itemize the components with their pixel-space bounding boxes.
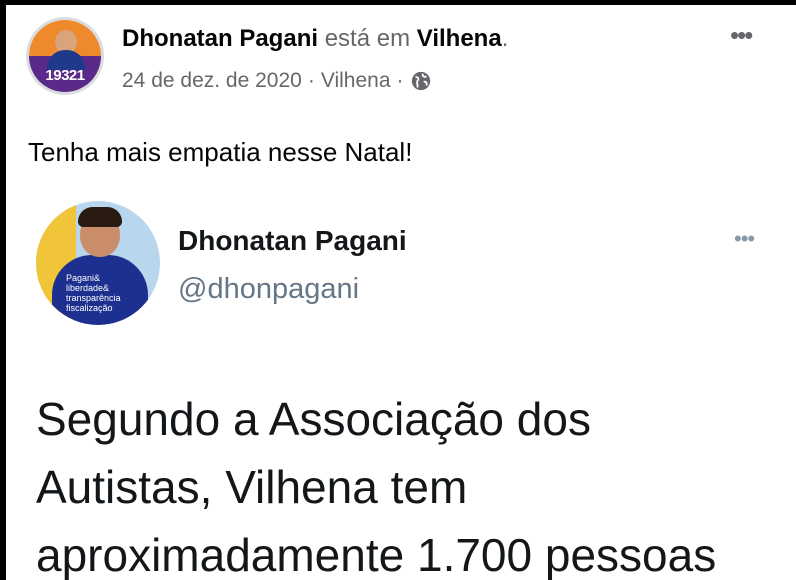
meta-separator: · [396, 69, 404, 92]
tweet-author-name[interactable]: Dhonatan Pagani [178, 225, 407, 257]
place-link[interactable]: Vilhena [417, 25, 502, 52]
header-period: . [501, 25, 509, 52]
avatar-shirt-text: Pagani& liberdade& transparência fiscali… [66, 273, 121, 313]
tweet-body: Segundo a Associação dos Autistas, Vilhe… [36, 385, 796, 580]
globe-icon [411, 71, 430, 91]
tweet-handle[interactable]: @dhonpagani [178, 273, 359, 306]
post-header: Dhonatan Pagani está em Vilhena. [122, 25, 508, 53]
avatar-number: 19321 [45, 67, 85, 84]
tweet-line: Segundo a Associação dos [36, 393, 591, 445]
author-name[interactable]: Dhonatan Pagani [122, 25, 318, 52]
author-avatar[interactable]: 19321 [26, 17, 104, 95]
facebook-post-card: 19321 Dhonatan Pagani está em Vilhena. 2… [6, 5, 796, 580]
more-options-icon[interactable]: ••• [730, 22, 753, 48]
post-location[interactable]: Vilhena [321, 69, 391, 93]
tweet-avatar[interactable]: Pagani& liberdade& transparência fiscali… [36, 201, 160, 325]
meta-separator: · [307, 69, 315, 92]
tweet-line: Autistas, Vilhena tem [36, 461, 468, 513]
post-text: Tenha mais empatia nesse Natal! [28, 137, 413, 167]
action-text: está em [324, 25, 411, 52]
post-meta: 24 de dez. de 2020 · Vilhena · [122, 69, 432, 93]
tweet-more-icon[interactable]: ••• [734, 228, 755, 250]
post-date[interactable]: 24 de dez. de 2020 [122, 69, 302, 93]
tweet-line: aproximadamente 1.700 pessoas [36, 529, 717, 580]
